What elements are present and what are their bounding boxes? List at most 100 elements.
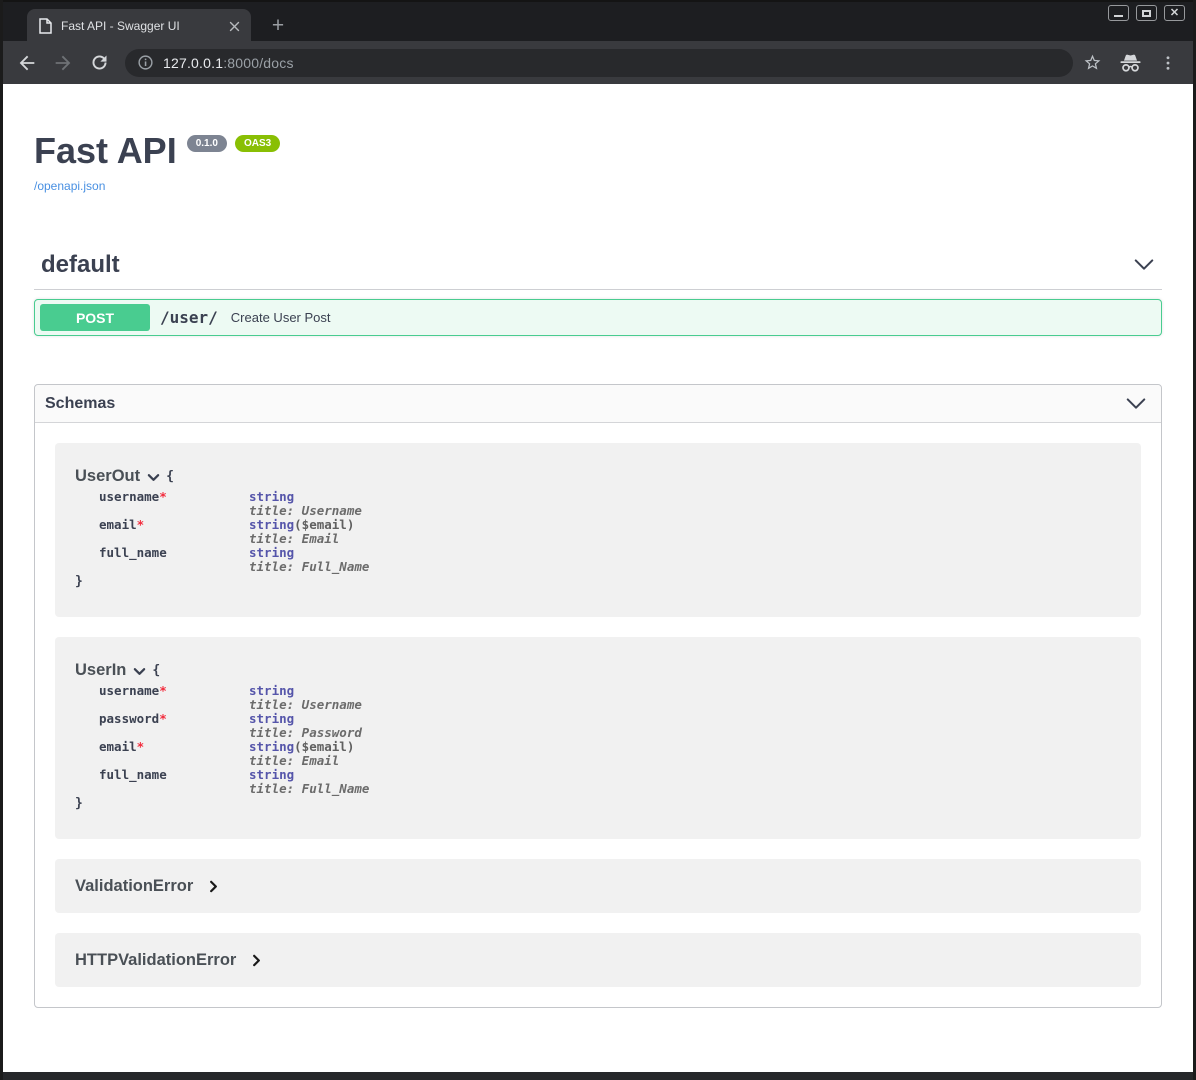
browser-tab[interactable]: Fast API - Swagger UI xyxy=(27,9,251,43)
property-row: full_name string title: Full_Name xyxy=(99,768,1121,796)
property-definition: string title: Full_Name xyxy=(249,768,369,796)
model-name: HTTPValidationError xyxy=(75,951,236,970)
model-name: ValidationError xyxy=(75,877,193,896)
brace-open: { xyxy=(166,469,174,484)
close-icon: ✕ xyxy=(1170,8,1179,19)
page-favicon-icon xyxy=(38,18,52,34)
chevron-down-icon[interactable] xyxy=(133,667,146,676)
property-row: email* string($email) title: Email xyxy=(99,518,1121,546)
window-minimize-button[interactable] xyxy=(1108,5,1129,21)
schemas-heading: Schemas xyxy=(45,395,115,413)
property-row: email* string($email) title: Email xyxy=(99,740,1121,768)
window-controls: ✕ xyxy=(1108,5,1185,21)
property-title: title: Username xyxy=(249,697,362,712)
property-type: string xyxy=(249,767,294,782)
brace-open: { xyxy=(152,663,160,678)
maximize-icon xyxy=(1142,10,1151,17)
model-validationerror[interactable]: ValidationError xyxy=(55,859,1141,913)
property-row: password* string title: Password xyxy=(99,712,1121,740)
reload-button[interactable] xyxy=(87,51,111,75)
required-star: * xyxy=(137,517,145,532)
property-type: string xyxy=(249,545,294,560)
browser-menu-icon[interactable] xyxy=(1159,53,1177,73)
chevron-right-icon[interactable] xyxy=(209,880,218,893)
chevron-right-icon[interactable] xyxy=(252,954,261,967)
property-title: title: Username xyxy=(249,503,362,518)
property-definition: string title: Username xyxy=(249,684,362,712)
endpoint-summary: Create User Post xyxy=(231,310,331,325)
model-name: UserOut xyxy=(75,467,140,486)
property-definition: string($email) title: Email xyxy=(249,518,354,546)
window-maximize-button[interactable] xyxy=(1136,5,1157,21)
property-row: username* string title: Username xyxy=(99,684,1121,712)
required-star: * xyxy=(159,683,167,698)
chevron-down-icon[interactable] xyxy=(1125,396,1147,412)
tab-close-icon[interactable] xyxy=(225,17,243,35)
property-type: string xyxy=(249,683,294,698)
api-badges: 0.1.0 OAS3 xyxy=(187,135,280,152)
url-rest: :8000/docs xyxy=(223,55,294,71)
site-info-icon[interactable] xyxy=(137,54,154,71)
schemas-header[interactable]: Schemas xyxy=(35,385,1161,423)
property-name: password* xyxy=(99,712,249,740)
property-format: ($email) xyxy=(294,739,354,754)
forward-button[interactable] xyxy=(51,51,75,75)
required-star: * xyxy=(137,739,145,754)
post-method-badge: POST xyxy=(40,304,150,331)
property-type: string xyxy=(249,739,294,754)
property-definition: string title: Full_Name xyxy=(249,546,369,574)
toolbar-right xyxy=(1083,52,1181,74)
tag-divider xyxy=(34,289,1162,290)
address-bar[interactable]: 127.0.0.1:8000/docs xyxy=(125,49,1073,77)
property-name: email* xyxy=(99,740,249,768)
model-httpvalidationerror[interactable]: HTTPValidationError xyxy=(55,933,1141,987)
model-userin-title-row[interactable]: UserIn { xyxy=(75,661,1121,680)
swagger-page: Fast API 0.1.0 OAS3 /openapi.json defaul… xyxy=(3,84,1193,1072)
property-name: email* xyxy=(99,518,249,546)
new-tab-button[interactable]: + xyxy=(265,13,291,39)
endpoint-path: /user/ xyxy=(160,308,218,327)
tab-title: Fast API - Swagger UI xyxy=(61,19,225,33)
property-title: title: Password xyxy=(249,725,362,740)
property-title: title: Full_Name xyxy=(249,559,369,574)
required-star: * xyxy=(159,489,167,504)
property-type: string xyxy=(249,489,294,504)
property-name: username* xyxy=(99,490,249,518)
model-userout: UserOut { username* string title: Userna… xyxy=(55,443,1141,617)
browser-window: Fast API - Swagger UI + ✕ 127.0.0.1:8000… xyxy=(0,0,1196,1080)
back-button[interactable] xyxy=(15,51,39,75)
version-badge: 0.1.0 xyxy=(187,135,227,152)
incognito-icon xyxy=(1118,52,1143,74)
model-properties: username* string title: Username passwor… xyxy=(99,684,1121,796)
property-name: full_name xyxy=(99,546,249,574)
property-format: ($email) xyxy=(294,517,354,532)
tag-section-default: default POST /user/ Create User Post xyxy=(34,251,1162,336)
schemas-section: Schemas UserOut { xyxy=(34,384,1162,1008)
bookmark-star-icon[interactable] xyxy=(1083,53,1102,72)
property-type: string xyxy=(249,517,294,532)
url-text[interactable]: 127.0.0.1:8000/docs xyxy=(163,55,294,71)
property-name: full_name xyxy=(99,768,249,796)
property-definition: string title: Username xyxy=(249,490,362,518)
browser-toolbar: 127.0.0.1:8000/docs xyxy=(3,41,1193,84)
required-star: * xyxy=(159,711,167,726)
window-bottom-border xyxy=(3,1072,1193,1080)
api-title-row: Fast API 0.1.0 OAS3 xyxy=(34,130,1162,172)
chevron-down-icon[interactable] xyxy=(147,473,160,482)
model-userout-title-row[interactable]: UserOut { xyxy=(75,467,1121,486)
property-type: string xyxy=(249,711,294,726)
model-userin: UserIn { username* string title: Usernam… xyxy=(55,637,1141,839)
property-title: title: Email xyxy=(249,531,339,546)
tag-name: default xyxy=(41,251,120,279)
tag-header[interactable]: default xyxy=(34,251,1162,279)
openapi-spec-link[interactable]: /openapi.json xyxy=(34,179,105,193)
opblock-post-user[interactable]: POST /user/ Create User Post xyxy=(34,299,1162,336)
brace-close: } xyxy=(75,574,1121,589)
window-close-button[interactable]: ✕ xyxy=(1164,5,1185,21)
property-row: username* string title: Username xyxy=(99,490,1121,518)
property-title: title: Email xyxy=(249,753,339,768)
property-name: username* xyxy=(99,684,249,712)
browser-titlebar: Fast API - Swagger UI + ✕ xyxy=(3,0,1193,41)
chevron-down-icon[interactable] xyxy=(1133,257,1155,273)
brace-close: } xyxy=(75,796,1121,811)
